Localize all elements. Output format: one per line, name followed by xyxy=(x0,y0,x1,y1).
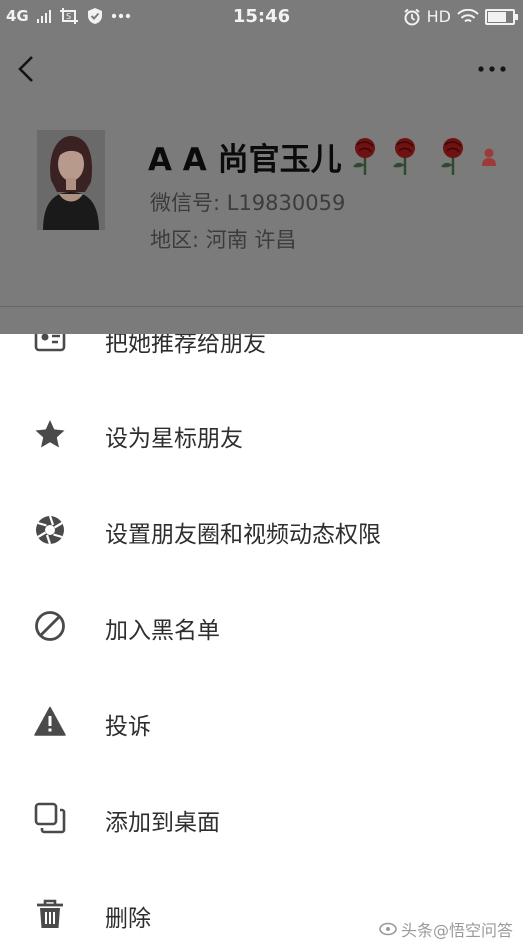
menu-item-moments-permissions[interactable]: 设置朋友圈和视频动态权限 xyxy=(0,493,523,563)
status-bar: 4G S 15:46 HD xyxy=(0,0,523,34)
back-arrow-icon[interactable] xyxy=(12,52,42,86)
watermark-logo-icon xyxy=(379,922,397,936)
region: 地区: 河南 许昌 xyxy=(150,228,297,252)
profile-name: A A 尚官玉儿 xyxy=(148,134,498,179)
menu-item-label: 投诉 xyxy=(105,714,151,740)
menu-item-label: 设为星标朋友 xyxy=(105,426,243,452)
gender-icon xyxy=(481,148,496,166)
wifi-icon xyxy=(457,8,479,22)
action-sheet: 把她推荐给朋友 设为星标朋友 设置朋友圈和视频动态权限 加入黑名单 投诉 添加到… xyxy=(0,334,523,947)
block-icon xyxy=(35,611,65,641)
trash-icon xyxy=(37,899,63,928)
menu-item-label: 加入黑名单 xyxy=(105,618,220,644)
add-to-desktop-icon xyxy=(34,802,66,834)
menu-item-set-star-friend[interactable]: 设为星标朋友 xyxy=(0,397,523,467)
warning-icon xyxy=(34,706,66,736)
battery-icon xyxy=(485,8,518,25)
menu-item-recommend-to-friend[interactable]: 把她推荐给朋友 xyxy=(0,334,523,372)
star-icon xyxy=(35,420,65,448)
watermark: 头条@悟空问答 xyxy=(379,917,513,941)
rose-emoji-icon xyxy=(392,137,415,175)
avatar[interactable] xyxy=(37,130,105,230)
rose-emoji-icon xyxy=(440,137,463,175)
aperture-icon xyxy=(36,515,64,545)
hd-indicator: HD xyxy=(426,7,451,26)
menu-item-complain[interactable]: 投诉 xyxy=(0,685,523,755)
menu-item-label: 设置朋友圈和视频动态权限 xyxy=(105,522,381,548)
dimmed-profile-background[interactable]: 4G S 15:46 HD A A 尚官玉儿 微信号: L19830059 地区… xyxy=(0,0,523,334)
rose-emoji-icon xyxy=(352,137,375,175)
share-card-icon xyxy=(34,334,66,352)
menu-item-label: 把她推荐给朋友 xyxy=(105,334,266,357)
menu-item-label: 删除 xyxy=(105,906,151,932)
more-options-icon[interactable] xyxy=(475,58,509,80)
alarm-icon xyxy=(404,8,420,25)
profile-name-text: A A 尚官玉儿 xyxy=(148,142,342,178)
menu-item-add-to-blacklist[interactable]: 加入黑名单 xyxy=(0,589,523,659)
menu-item-add-to-desktop[interactable]: 添加到桌面 xyxy=(0,781,523,851)
watermark-text: 头条@悟空问答 xyxy=(400,921,513,940)
divider xyxy=(0,306,523,307)
menu-item-label: 添加到桌面 xyxy=(105,810,220,836)
wechat-id: 微信号: L19830059 xyxy=(150,191,346,215)
